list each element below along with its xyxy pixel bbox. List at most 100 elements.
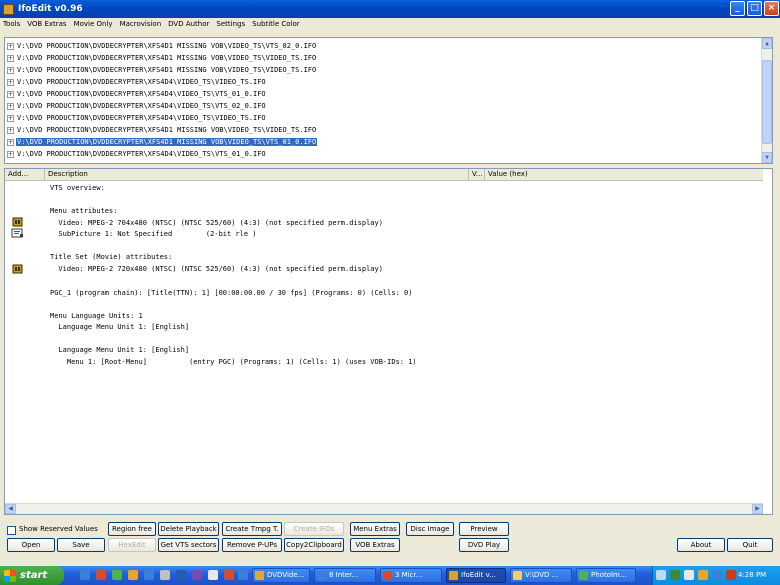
quicklaunch-icon[interactable] <box>128 570 138 580</box>
maximize-button[interactable]: □ <box>747 1 762 16</box>
expand-icon[interactable]: + <box>7 126 14 134</box>
get-vts-sectors-button[interactable]: Get VTS sectors <box>158 538 219 552</box>
menu-tools[interactable]: Tools <box>3 20 20 28</box>
quicklaunch-icon[interactable] <box>80 570 90 580</box>
menu-extras-button[interactable]: Menu Extras <box>350 522 400 536</box>
menu-vob-extras[interactable]: VOB Extras <box>27 20 66 28</box>
scroll-thumb[interactable] <box>762 60 772 144</box>
dvd-play-button[interactable]: DVD Play <box>459 538 509 552</box>
taskbar-button[interactable]: 8 Inter... <box>314 568 376 583</box>
tree-item[interactable]: + V:\DVD PRODUCTION\DVDDECRYPTER\XFS4D1 M… <box>7 124 317 136</box>
save-button[interactable]: Save <box>57 538 105 552</box>
list-line: Menu attributes: <box>50 207 118 215</box>
column-value[interactable]: V... <box>469 169 485 181</box>
copy2clipboard-button[interactable]: Copy2Clipboard <box>284 538 344 552</box>
tree-item[interactable]: + V:\DVD PRODUCTION\DVDDECRYPTER\XFS4D1 M… <box>7 40 317 52</box>
browser-icon <box>317 571 326 580</box>
windows-logo-icon <box>4 569 16 582</box>
quicklaunch-icon[interactable] <box>224 570 234 580</box>
expand-icon[interactable]: + <box>7 138 14 146</box>
remove-pups-button[interactable]: Remove P-UPs <box>222 538 282 552</box>
menu-movie-only[interactable]: Movie Only <box>74 20 113 28</box>
column-address[interactable]: Add... <box>5 169 45 181</box>
preview-button[interactable]: Preview <box>459 522 509 536</box>
taskbar-button[interactable]: PhotoIm... <box>576 568 636 583</box>
menu-subtitle-color[interactable]: Subtitle Color <box>252 20 300 28</box>
menu-settings[interactable]: Settings <box>216 20 245 28</box>
list-line: Video: MPEG-2 720x480 (NTSC) (NTSC 525/6… <box>50 265 383 273</box>
list-line: Menu 1: [Root-Menu] (entry PGC) (Program… <box>50 358 417 366</box>
list-line: Language Menu Unit 1: [English] <box>50 346 190 354</box>
hexedit-button[interactable]: HexEdit <box>108 538 156 552</box>
list-line: Title Set (Movie) attributes: <box>50 253 173 261</box>
about-button[interactable]: About <box>677 538 725 552</box>
expand-icon[interactable]: + <box>7 102 14 110</box>
tree-item[interactable]: + V:\DVD PRODUCTION\DVDDECRYPTER\XFS4D4\V… <box>7 112 267 124</box>
tray-icon[interactable] <box>670 570 680 580</box>
scroll-right-icon[interactable]: ▶ <box>752 504 763 514</box>
tree-item[interactable]: + V:\DVD PRODUCTION\DVDDECRYPTER\XFS4D4\V… <box>7 148 267 160</box>
list-body: VTS overview: Menu attributes: Video: MP… <box>5 182 763 502</box>
quicklaunch-icon[interactable] <box>160 570 170 580</box>
quit-button[interactable]: Quit <box>727 538 773 552</box>
details-list[interactable]: Add... Description V... Value (hex) VTS … <box>4 168 773 515</box>
tree-item[interactable]: + V:\DVD PRODUCTION\DVDDECRYPTER\XFS4D4\V… <box>7 76 267 88</box>
expand-icon[interactable]: + <box>7 150 14 158</box>
quicklaunch-icon[interactable] <box>238 570 248 580</box>
taskbar-button[interactable]: DVDVide... <box>252 568 310 583</box>
menu-bar: Tools VOB Extras Movie Only Macrovision … <box>0 18 780 30</box>
scroll-left-icon[interactable]: ◀ <box>5 504 16 514</box>
quicklaunch-icon[interactable] <box>96 570 106 580</box>
quicklaunch-icon[interactable] <box>176 570 186 580</box>
subpicture-icon <box>11 228 24 238</box>
minimize-button[interactable]: _ <box>730 1 745 16</box>
tray-icon[interactable] <box>684 570 694 580</box>
list-hscrollbar[interactable]: ◀ ▶ <box>5 503 763 514</box>
quicklaunch-icon[interactable] <box>192 570 202 580</box>
tree-item[interactable]: + V:\DVD PRODUCTION\DVDDECRYPTER\XFS4D4\V… <box>7 88 267 100</box>
menu-macrovision[interactable]: Macrovision <box>120 20 162 28</box>
tree-scrollbar[interactable]: ▲ ▼ <box>761 38 772 163</box>
tray-icon[interactable] <box>712 570 722 580</box>
tray-icon[interactable] <box>726 570 736 580</box>
tree-item[interactable]: + V:\DVD PRODUCTION\DVDDECRYPTER\XFS4D1 M… <box>7 52 317 64</box>
vob-extras-button[interactable]: VOB Extras <box>350 538 400 552</box>
expand-icon[interactable]: + <box>7 78 14 86</box>
expand-icon[interactable]: + <box>7 90 14 98</box>
file-tree[interactable]: + V:\DVD PRODUCTION\DVDDECRYPTER\XFS4D1 M… <box>4 37 773 164</box>
create-ifos-button[interactable]: Create IFOs <box>284 522 344 536</box>
show-reserved-checkbox[interactable] <box>7 526 16 535</box>
disc-image-button[interactable]: Disc Image <box>406 522 454 536</box>
expand-icon[interactable]: + <box>7 42 14 50</box>
scroll-up-icon[interactable]: ▲ <box>762 38 772 49</box>
column-description[interactable]: Description <box>45 169 469 181</box>
close-button[interactable]: × <box>764 1 779 16</box>
menu-dvd-author[interactable]: DVD Author <box>168 20 209 28</box>
region-free-button[interactable]: Region free <box>108 522 156 536</box>
list-line: SubPicture 1: Not Specified (2-bit rle ) <box>50 230 257 238</box>
quicklaunch-icon[interactable] <box>144 570 154 580</box>
app-icon <box>449 571 458 580</box>
delete-playback-button[interactable]: Delete Playback <box>158 522 219 536</box>
tree-item[interactable]: + V:\DVD PRODUCTION\DVDDECRYPTER\XFS4D1 M… <box>7 64 317 76</box>
tray-icon[interactable] <box>656 570 666 580</box>
create-tmpg-button[interactable]: Create Tmpg T. <box>222 522 282 536</box>
tree-item[interactable]: + V:\DVD PRODUCTION\DVDDECRYPTER\XFS4D4\V… <box>7 100 267 112</box>
expand-icon[interactable]: + <box>7 54 14 62</box>
film-icon <box>11 264 24 274</box>
expand-icon[interactable]: + <box>7 66 14 74</box>
quicklaunch-icon[interactable] <box>208 570 218 580</box>
tray-icon[interactable] <box>698 570 708 580</box>
list-header: Add... Description V... Value (hex) <box>5 169 763 181</box>
scroll-down-icon[interactable]: ▼ <box>762 152 772 163</box>
column-value-hex[interactable]: Value (hex) <box>485 169 763 181</box>
tree-item-selected[interactable]: + V:\DVD PRODUCTION\DVDDECRYPTER\XFS4D1 M… <box>7 136 318 148</box>
taskbar-button[interactable]: 3 Micr... <box>380 568 442 583</box>
taskbar-button[interactable]: V:\DVD ... <box>510 568 572 583</box>
list-line: Language Menu Unit 1: [English] <box>50 323 190 331</box>
open-button[interactable]: Open <box>7 538 55 552</box>
quicklaunch-icon[interactable] <box>112 570 122 580</box>
taskbar-button-active[interactable]: IfoEdit v... <box>446 568 506 583</box>
expand-icon[interactable]: + <box>7 114 14 122</box>
start-button[interactable]: start <box>0 566 64 585</box>
